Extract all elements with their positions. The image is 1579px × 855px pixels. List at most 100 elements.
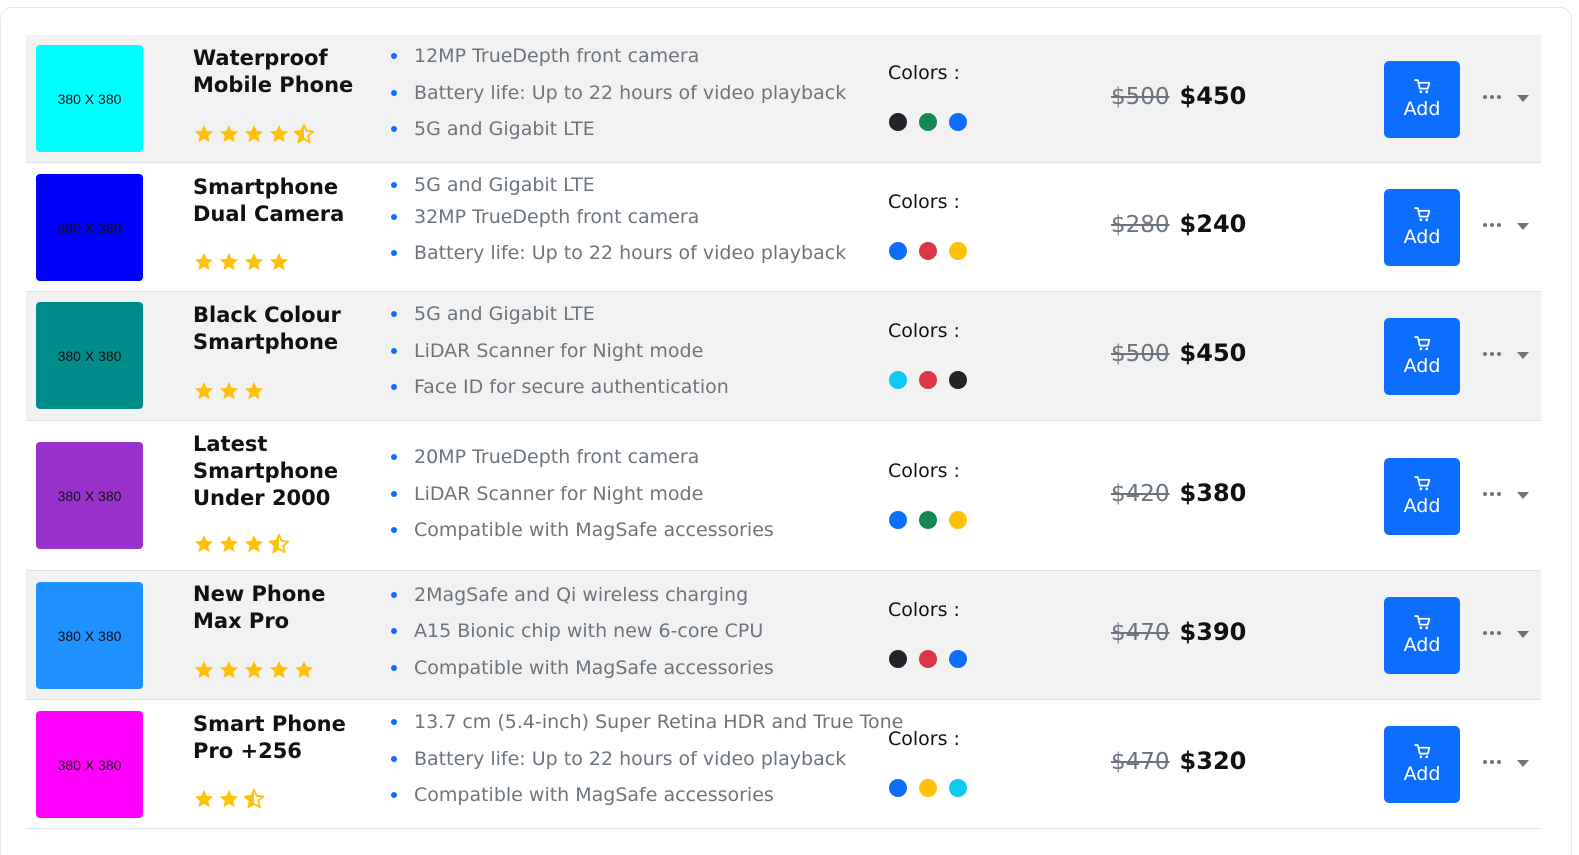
cart-icon [1413,744,1430,759]
product-image[interactable]: 380 X 380 [36,174,143,281]
color-swatch[interactable] [889,650,907,668]
product-name[interactable]: Smart Phone Pro +256 [193,711,373,765]
rating-stars [193,123,315,145]
colors-label: Colors : [888,460,960,482]
add-button-label: Add [1403,763,1441,785]
color-swatch[interactable] [919,113,937,131]
chevron-down-icon[interactable] [1517,95,1529,102]
chevron-down-icon[interactable] [1517,631,1529,638]
price-group: $280 $240 [1111,210,1246,238]
product-name[interactable]: Waterproof Mobile Phone [193,45,373,99]
color-swatch[interactable] [949,371,967,389]
star-icon [294,660,314,679]
color-swatch[interactable] [919,779,937,797]
color-swatches [889,242,967,260]
star-half-icon [243,788,265,809]
chevron-down-icon[interactable] [1517,760,1529,767]
color-swatch[interactable] [919,650,937,668]
add-to-cart-button[interactable]: Add [1384,597,1460,674]
add-to-cart-button[interactable]: Add [1384,318,1460,395]
add-button-label: Add [1403,634,1441,656]
color-swatch[interactable] [889,371,907,389]
old-price: $500 [1111,341,1170,367]
chevron-down-icon[interactable] [1517,352,1529,359]
star-icon [269,660,289,679]
product-row: 380 X 380 Smart Phone Pro +256 13.7 cm (5.… [26,700,1541,829]
add-to-cart-button[interactable]: Add [1384,458,1460,535]
current-price: $240 [1179,210,1247,238]
rating-stars [193,788,265,810]
more-options-icon[interactable] [1483,490,1503,498]
old-price: $280 [1111,212,1170,238]
old-price: $470 [1111,749,1170,775]
product-name[interactable]: New Phone Max Pro [193,581,373,635]
price-group: $470 $390 [1111,618,1246,646]
color-swatches [889,113,967,131]
star-icon [269,252,289,271]
rating-stars [193,533,290,555]
product-image[interactable]: 380 X 380 [36,442,143,549]
old-price: $500 [1111,84,1170,110]
feature-item: Compatible with MagSafe accessories [389,519,774,541]
star-half-icon [293,123,315,144]
feature-item: 20MP TrueDepth front camera [389,446,699,468]
colors-label: Colors : [888,728,960,750]
product-image[interactable]: 380 X 380 [36,582,143,689]
color-swatches [889,650,967,668]
feature-item: 5G and Gigabit LTE [389,303,595,325]
color-swatch[interactable] [889,113,907,131]
chevron-down-icon[interactable] [1517,223,1529,230]
feature-item: LiDAR Scanner for Night mode [389,340,703,362]
old-price: $470 [1111,620,1170,646]
add-to-cart-button[interactable]: Add [1384,189,1460,266]
chevron-down-icon[interactable] [1517,492,1529,499]
product-image[interactable]: 380 X 380 [36,711,143,818]
colors-label: Colors : [888,191,960,213]
star-icon [194,252,214,271]
color-swatches [889,779,967,797]
color-swatches [889,371,967,389]
color-swatch[interactable] [949,779,967,797]
color-swatch[interactable] [889,779,907,797]
more-options-icon[interactable] [1483,629,1503,637]
feature-item: Face ID for secure authentication [389,376,729,398]
product-name[interactable]: Latest Smartphone Under 2000 [193,431,373,512]
product-image[interactable]: 380 X 380 [36,302,143,409]
feature-item: 5G and Gigabit LTE [389,118,595,140]
cart-icon [1413,615,1430,630]
feature-list: 5G and Gigabit LTE 32MP TrueDepth front c… [389,163,889,292]
color-swatch[interactable] [919,242,937,260]
add-to-cart-button[interactable]: Add [1384,61,1460,138]
color-swatch[interactable] [949,511,967,529]
rating-stars [193,251,290,273]
more-options-icon[interactable] [1483,758,1503,766]
more-options-icon[interactable] [1483,350,1503,358]
product-image[interactable]: 380 X 380 [36,45,143,152]
color-swatch[interactable] [949,650,967,668]
color-swatch[interactable] [889,242,907,260]
product-row: 380 X 380 Smartphone Dual Camera 5G and Gi… [26,163,1541,292]
star-icon [219,124,239,143]
star-icon [244,252,264,271]
add-button-label: Add [1403,226,1441,248]
color-swatch[interactable] [889,511,907,529]
cart-icon [1413,207,1430,222]
feature-list: 2MagSafe and Qi wireless charging A15 Bio… [389,571,889,700]
add-to-cart-button[interactable]: Add [1384,726,1460,803]
color-swatch[interactable] [949,113,967,131]
price-group: $500 $450 [1111,339,1246,367]
product-name[interactable]: Smartphone Dual Camera [193,174,373,228]
feature-list: 12MP TrueDepth front camera Battery life:… [389,35,889,163]
more-options-icon[interactable] [1483,93,1503,101]
current-price: $380 [1179,479,1247,507]
feature-item: Compatible with MagSafe accessories [389,657,774,679]
star-icon [219,381,239,400]
color-swatch[interactable] [919,511,937,529]
color-swatch[interactable] [949,242,967,260]
star-icon [244,124,264,143]
color-swatch[interactable] [919,371,937,389]
old-price: $420 [1111,481,1170,507]
more-options-icon[interactable] [1483,221,1503,229]
product-row: 380 X 380 Black Colour Smartphone 5G and G… [26,292,1541,421]
product-name[interactable]: Black Colour Smartphone [193,302,373,356]
